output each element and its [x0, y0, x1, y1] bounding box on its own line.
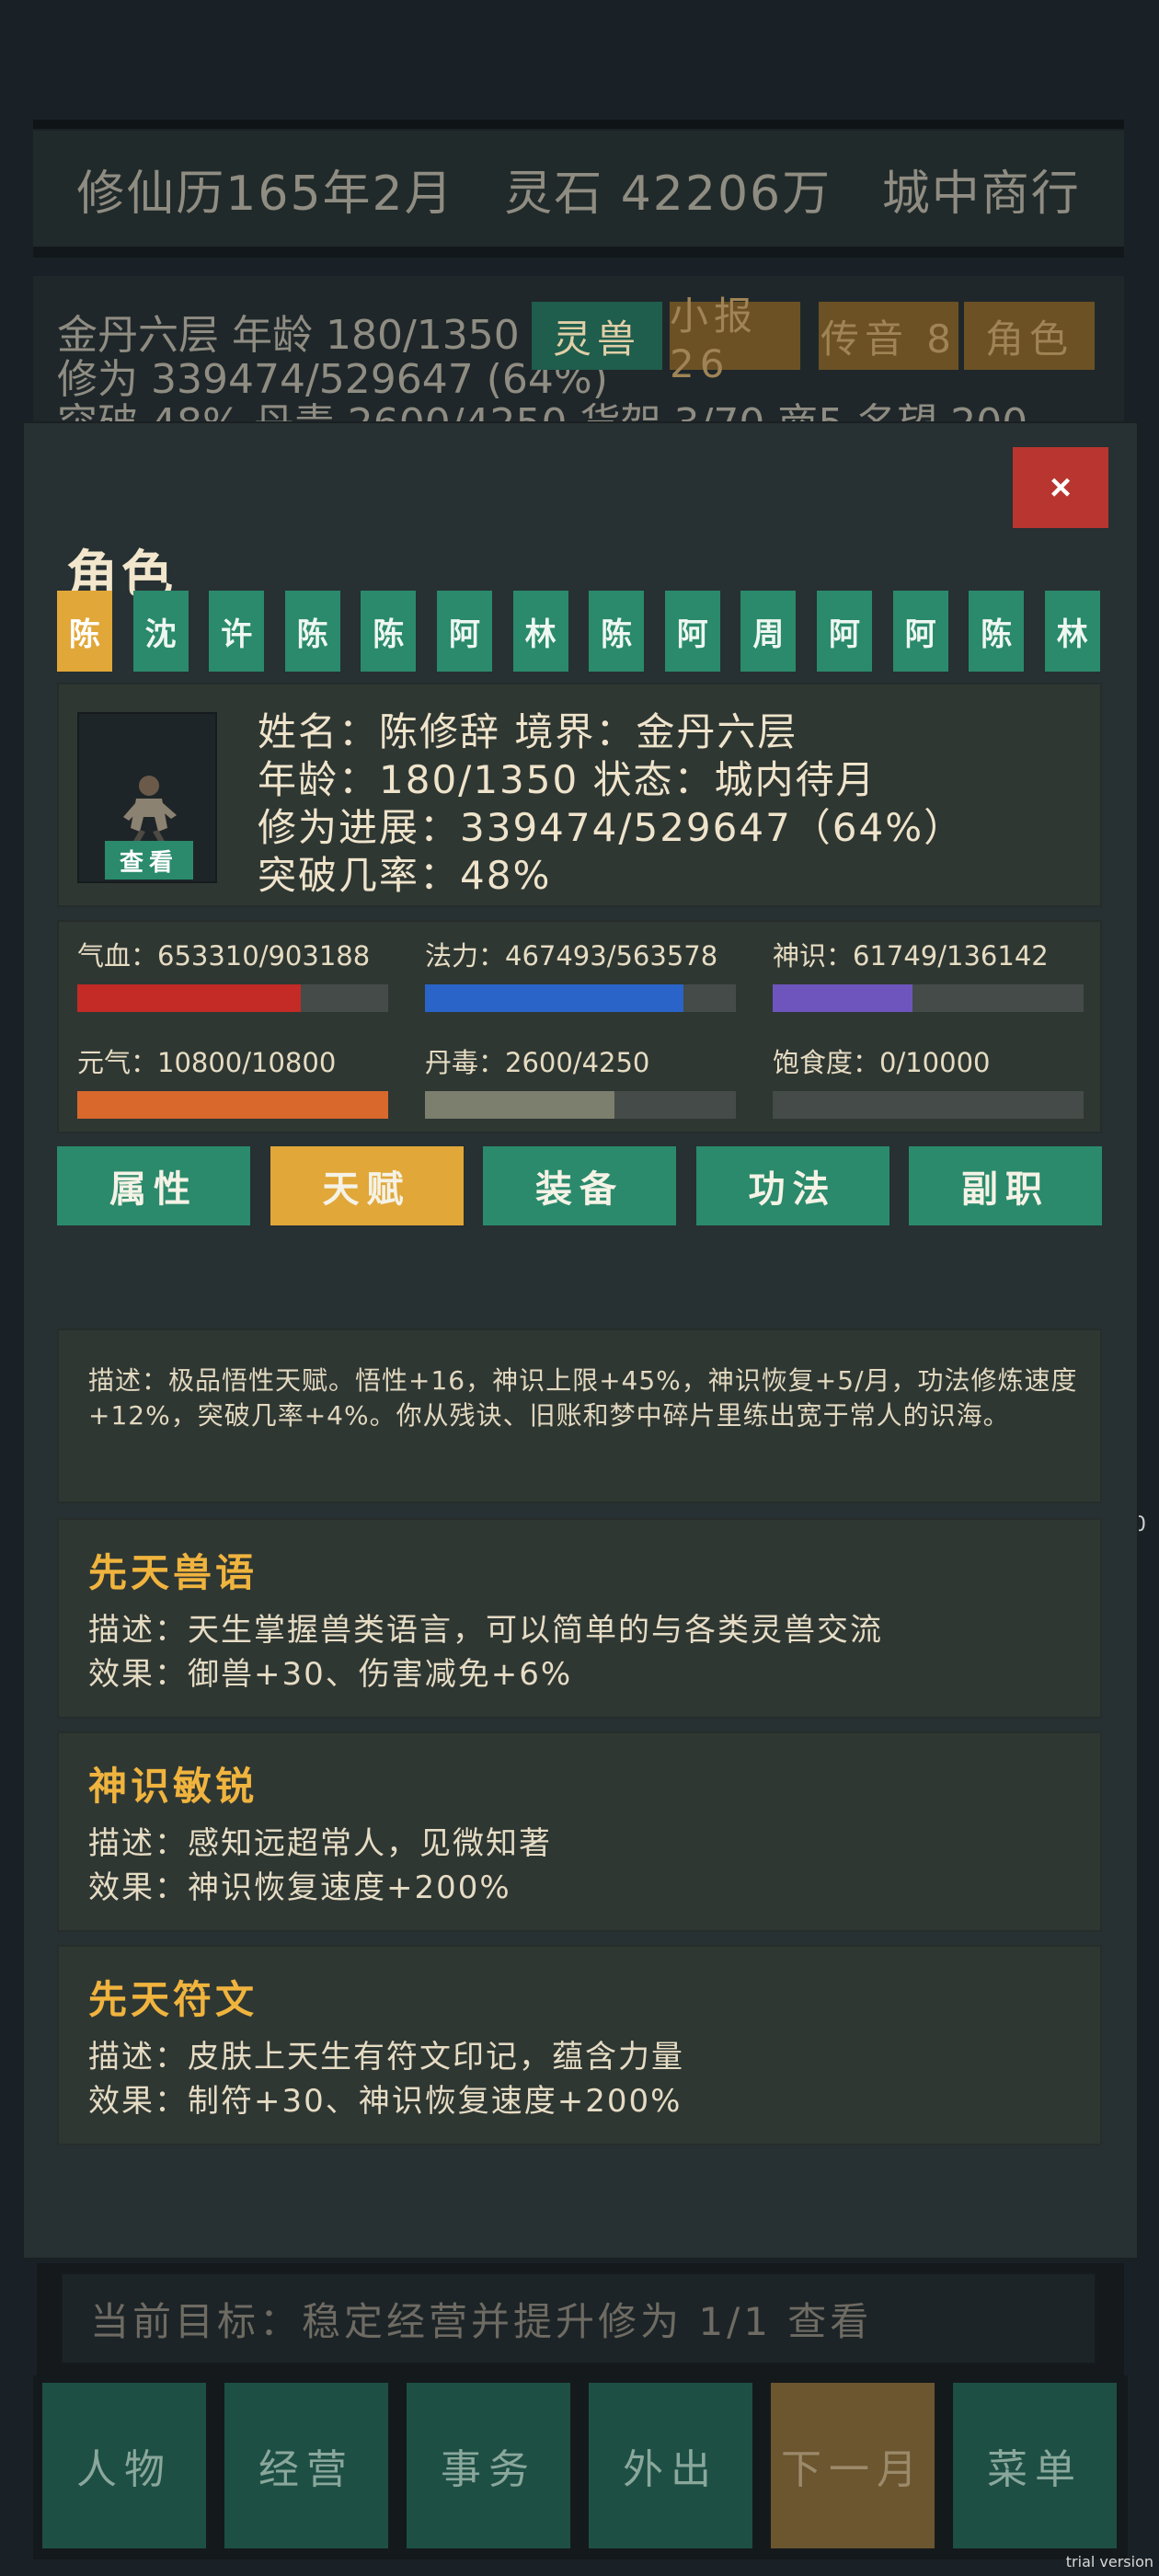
gauge-label: 元气：10800/10800 [77, 1047, 337, 1078]
location-label: 城中商行 [881, 166, 1081, 222]
gauge-track [773, 984, 1084, 1012]
talent-description: 描述：感知远超常人，见微知著 [88, 1825, 552, 1862]
nav-outing[interactable]: 外出 [589, 2383, 752, 2548]
breakthrough-line: 突破几率：48% [258, 853, 552, 898]
talent-effect: 效果：御兽+30、伤害减免+6% [88, 1656, 573, 1693]
content-tabs: 属性 天赋 装备 功法 副职 [57, 1146, 1102, 1225]
nav-character[interactable]: 人物 [42, 2383, 206, 2548]
gauge-track [425, 984, 736, 1012]
profile-card: 查看 姓名：陈修辞 境界：金丹六层 年龄：180/1350 状态：城内待月 修为… [57, 683, 1102, 907]
nav-business[interactable]: 经营 [224, 2383, 388, 2548]
content-tab[interactable]: 副职 [909, 1146, 1102, 1225]
nav-next-month[interactable]: 下一月 [771, 2383, 935, 2548]
close-button[interactable]: × [1013, 447, 1108, 528]
talent-card: 先天兽语 描述：天生掌握兽类语言，可以简单的与各类灵兽交流 效果：御兽+30、伤… [57, 1518, 1102, 1719]
stat-gauges: 气血：653310/903188 法力：467493/563578 神识：61749… [57, 920, 1102, 1133]
talent-card: 神识敏锐 描述：感知远超常人，见微知著 效果：神识恢复速度+200% [57, 1731, 1102, 1932]
talent-card: 描述：极品悟性天赋。悟性+16，神识上限+45%，神识恢复+5/月，功法修炼速度… [57, 1328, 1102, 1503]
view-portrait-button[interactable]: 查看 [105, 841, 193, 880]
talent-description: 描述：皮肤上天生有符文印记，蕴含力量 [88, 2039, 684, 2076]
character-tab[interactable]: 沈 [132, 591, 189, 672]
gauge-track [77, 984, 388, 1012]
content-tab[interactable]: 功法 [695, 1146, 889, 1225]
talent-description: 描述：极品悟性天赋。悟性+16，神识上限+45%，神识恢复+5/月，功法修炼速度… [88, 1365, 1078, 1431]
character-tab[interactable]: 阿 [892, 591, 948, 672]
gauge-fill [77, 1091, 388, 1119]
content-tab[interactable]: 天赋 [270, 1146, 464, 1225]
talent-effect: 效果：神识恢复速度+200% [88, 1869, 511, 1906]
beasts-button[interactable]: 灵兽 [532, 302, 662, 370]
spirit-stone-count: 灵石 42206万 [504, 166, 832, 222]
gauge-label: 丹毒：2600/4250 [425, 1047, 650, 1078]
gauge-fill [425, 1091, 615, 1119]
talent-card: 先天符文 描述：皮肤上天生有符文印记，蕴含力量 效果：制符+30、神识恢复速度+… [57, 1945, 1102, 2145]
character-tab[interactable]: 阿 [817, 591, 872, 672]
character-button[interactable]: 角色 [964, 302, 1095, 370]
gauge-fill [773, 984, 913, 1012]
character-tab[interactable]: 陈 [969, 591, 1025, 672]
news-button[interactable]: 小报 26 [670, 293, 800, 386]
gauge-track [773, 1091, 1084, 1119]
content-tab[interactable]: 属性 [57, 1146, 250, 1225]
character-tab[interactable]: 周 [740, 591, 797, 672]
top-divider [33, 120, 1124, 129]
gauge-fill [77, 984, 302, 1012]
character-tab[interactable]: 陈 [57, 591, 112, 672]
talent-list: 描述：极品悟性天赋。悟性+16，神识上限+45%，神识恢复+5/月，功法修炼速度… [57, 1328, 1102, 2156]
content-tab[interactable]: 装备 [483, 1146, 676, 1225]
talent-description: 描述：天生掌握兽类语言，可以简单的与各类灵兽交流 [88, 1612, 883, 1649]
portrait[interactable]: 查看 [77, 712, 217, 883]
character-tab[interactable]: 林 [1044, 591, 1100, 672]
talent-effect: 效果：制符+30、神识恢复速度+200% [88, 2083, 683, 2120]
trial-watermark: trial version [1065, 2553, 1153, 2570]
gauge-fill [425, 984, 683, 1012]
top-header: 修仙历165年2月 灵石 42206万 城中商行 [33, 131, 1124, 258]
gauge-label: 气血：653310/903188 [77, 940, 371, 972]
character-tab[interactable]: 陈 [589, 591, 645, 672]
gauge-label: 法力：467493/563578 [425, 940, 718, 972]
gauge-track [425, 1091, 736, 1119]
character-tab[interactable]: 阿 [664, 591, 720, 672]
character-tabs: 陈沈许陈陈阿林陈阿周阿阿陈林 [57, 591, 1102, 672]
talent-name: 神识敏锐 [88, 1764, 258, 1809]
nav-menu[interactable]: 菜单 [953, 2383, 1117, 2548]
gauge-label: 饱食度：0/10000 [773, 1047, 991, 1078]
talent-name: 先天符文 [88, 1977, 258, 2022]
messages-button[interactable]: 传音 8 [819, 302, 958, 370]
nav-affairs[interactable]: 事务 [407, 2383, 570, 2548]
character-tab[interactable]: 林 [512, 591, 568, 672]
character-tab[interactable]: 许 [209, 591, 265, 672]
current-goal[interactable]: 当前目标：稳定经营并提升修为 1/1 查看 [61, 2272, 1096, 2364]
gauge-label: 神识：61749/136142 [773, 940, 1049, 972]
talent-name: 先天兽语 [88, 1550, 258, 1595]
gauge-track [77, 1091, 388, 1119]
character-tab[interactable]: 陈 [284, 591, 340, 672]
calendar-date: 修仙历165年2月 [76, 166, 454, 222]
character-tab[interactable]: 陈 [361, 591, 417, 672]
character-tab[interactable]: 阿 [437, 591, 492, 672]
